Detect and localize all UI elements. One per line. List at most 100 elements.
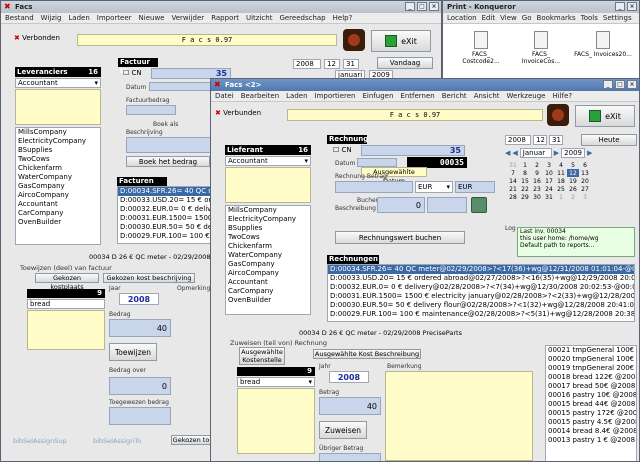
next-month-icon[interactable]: ▶ bbox=[554, 149, 559, 157]
menu-nieuwe[interactable]: Nieuwe bbox=[139, 13, 165, 23]
menu-einfugen[interactable]: Einfugen bbox=[363, 91, 394, 101]
list-item[interactable]: MillsCompany bbox=[226, 206, 310, 215]
leveranciers-notes[interactable] bbox=[15, 89, 101, 125]
calendar-day[interactable]: 29 bbox=[519, 193, 531, 201]
menu-view[interactable]: View bbox=[500, 13, 517, 23]
list-item[interactable]: AircoCompany bbox=[16, 191, 100, 200]
zuweisen-button[interactable]: Zuweisen bbox=[319, 421, 367, 439]
menu-settings[interactable]: Settings bbox=[603, 13, 632, 23]
calendar-day[interactable]: 25 bbox=[555, 185, 567, 193]
calendar-day[interactable]: 10 bbox=[543, 169, 555, 177]
assignments-list[interactable]: 00021 tmpGeneral 100€ @ 00020 tmpGeneral… bbox=[545, 345, 637, 461]
close-icon[interactable]: ✖ bbox=[214, 79, 221, 91]
menu-location[interactable]: Location bbox=[447, 13, 477, 23]
list-item[interactable]: D:00032.EUR.0= 0 € delivery bbox=[118, 205, 212, 214]
list-item[interactable]: 00020 tmpGeneral 100€ @ bbox=[546, 355, 636, 364]
ubrigen-betrag-field[interactable] bbox=[319, 453, 381, 461]
list-item[interactable]: 00021 tmpGeneral 100€ @ bbox=[546, 346, 636, 355]
close-icon[interactable]: ✖ bbox=[4, 1, 11, 13]
menu-uitzicht[interactable]: Uitzicht bbox=[246, 13, 272, 23]
calendar-day[interactable]: 23 bbox=[531, 185, 543, 193]
buchen-field[interactable]: 0 bbox=[377, 197, 425, 213]
boek-bedrag-button[interactable]: Boek het bedrag bbox=[126, 156, 210, 167]
calendar-day[interactable]: 11 bbox=[555, 169, 567, 177]
minimize-icon[interactable]: _ bbox=[405, 2, 415, 11]
cal-year2[interactable]: 2009 bbox=[561, 148, 586, 158]
list-item[interactable]: GasCompany bbox=[16, 182, 100, 191]
lieferant-notes[interactable] bbox=[225, 167, 311, 203]
list-item[interactable]: OvenBuilder bbox=[226, 296, 310, 305]
calendar-day[interactable]: 22 bbox=[519, 185, 531, 193]
list-item[interactable]: 00017 bread 50€ @2008 bbox=[546, 382, 636, 391]
menu-bearbeiten[interactable]: Bearbeiten bbox=[241, 91, 279, 101]
calendar-day[interactable]: 5 bbox=[567, 161, 579, 169]
minimize-icon[interactable]: _ bbox=[615, 2, 625, 11]
cal-year[interactable]: 2008 bbox=[293, 59, 321, 69]
menu-bericht[interactable]: Bericht bbox=[442, 91, 467, 101]
minimize-icon[interactable]: _ bbox=[603, 80, 613, 89]
prev-month-icon[interactable]: ◀ bbox=[512, 149, 517, 157]
menu-wijzig[interactable]: Wijzig bbox=[41, 13, 62, 23]
list-item[interactable]: WaterCompany bbox=[226, 251, 310, 260]
list-item[interactable]: TwoCows bbox=[16, 155, 100, 164]
calendar-day[interactable]: 26 bbox=[567, 185, 579, 193]
calendar-day[interactable]: 4 bbox=[555, 161, 567, 169]
maximize-icon[interactable]: □ bbox=[615, 80, 625, 89]
kostplaats-notes[interactable] bbox=[27, 310, 105, 350]
verbonden-checkbox[interactable]: ✖ Verbonden bbox=[14, 34, 60, 42]
list-item[interactable]: 00016 pastry 10€ @2008 bbox=[546, 391, 636, 400]
currency-select[interactable]: EUR ▾ bbox=[415, 181, 453, 193]
ausgewahlte-kost-beschreibung-tab[interactable]: Ausgewählte Kost Beschreibung bbox=[313, 349, 421, 359]
list-item[interactable]: Accountant bbox=[226, 278, 310, 287]
calendar-day[interactable]: 31 bbox=[543, 193, 555, 201]
list-item[interactable]: 00015 pastry 172€ @2008 bbox=[546, 409, 636, 418]
assign-to-tab[interactable]: bibSelAssignTo bbox=[93, 437, 141, 445]
menu-ansicht[interactable]: Ansicht bbox=[474, 91, 500, 101]
cal-d2[interactable]: 31 bbox=[549, 135, 563, 145]
facs-window-2-titlebar[interactable]: ✖ Facs <2> _ □ × bbox=[211, 79, 639, 91]
cn-checkbox[interactable]: ☐ CN bbox=[333, 146, 352, 154]
gekozen-kost-beschrijving-tab[interactable]: Gekozen kost beschrijving bbox=[103, 273, 195, 283]
suppliers-list[interactable]: MillsCompany ElectricityCompany BSupplie… bbox=[15, 127, 101, 245]
menu-hilfe[interactable]: Hilfe? bbox=[552, 91, 572, 101]
list-item[interactable]: 00015 pastry 4.5€ @2008 bbox=[546, 418, 636, 427]
menu-help[interactable]: Help? bbox=[333, 13, 353, 23]
list-item[interactable]: Chickenfarm bbox=[16, 164, 100, 173]
list-item[interactable]: GasCompany bbox=[226, 260, 310, 269]
prev-year-icon[interactable]: ◀ bbox=[505, 149, 510, 157]
list-item[interactable]: 00015 bread 44€ @2008 bbox=[546, 400, 636, 409]
list-item[interactable]: CarCompany bbox=[226, 287, 310, 296]
cal-day[interactable]: 12 bbox=[324, 59, 340, 69]
buchen-button[interactable]: Rechnungswert buchen bbox=[335, 231, 465, 244]
kostenstelle-notes[interactable] bbox=[237, 388, 315, 454]
calendar-day[interactable]: 2 bbox=[531, 161, 543, 169]
calendar-day[interactable]: 24 bbox=[543, 185, 555, 193]
list-item[interactable]: OvenBuilder bbox=[16, 218, 100, 227]
list-item[interactable]: D:00032.EUR.0= 0 € delivery@02/28/2008>?… bbox=[328, 283, 634, 292]
list-item[interactable]: ElectricityCompany bbox=[16, 137, 100, 146]
calendar-day[interactable]: 19 bbox=[567, 177, 579, 185]
list-item[interactable]: Accountant bbox=[16, 200, 100, 209]
cal-day[interactable]: 12 bbox=[533, 135, 547, 145]
accountant-select[interactable]: Accountant ▾ bbox=[225, 156, 311, 166]
calendar-day[interactable]: 7 bbox=[507, 169, 519, 177]
gekozen-kostplaats-tab[interactable]: Gekozen kostplaats bbox=[35, 273, 99, 291]
list-item[interactable]: D:00033.USD.20= 15 € ordered abroad@02/2… bbox=[328, 274, 634, 283]
calendar-day[interactable]: 13 bbox=[579, 169, 591, 177]
cal-d2[interactable]: 31 bbox=[343, 59, 359, 69]
ausgewahlte-kostenstelle-tab[interactable]: Ausgewählte Kostenstelle bbox=[239, 347, 285, 365]
jahr-field[interactable]: 2008 bbox=[329, 371, 369, 383]
bedrag-over-field[interactable]: 0 bbox=[109, 377, 171, 395]
list-item[interactable]: ElectricityCompany bbox=[226, 215, 310, 224]
list-item[interactable]: AircoCompany bbox=[226, 269, 310, 278]
facturen-list[interactable]: D:00034.SFR.26= 40 QC mete D:00033.USD.2… bbox=[117, 186, 213, 244]
bread-select[interactable]: bread ▾ bbox=[237, 377, 315, 387]
vandaag-button[interactable]: Vandaag bbox=[377, 57, 433, 69]
menu-go[interactable]: Go bbox=[522, 13, 532, 23]
calendar-day[interactable]: 1 bbox=[555, 193, 567, 201]
close-window-icon[interactable]: × bbox=[627, 2, 637, 11]
exit-button[interactable]: eXit bbox=[371, 30, 431, 52]
assign-sup-tab[interactable]: bibSelAssignSup bbox=[13, 437, 67, 445]
calendar-day[interactable]: 20 bbox=[579, 177, 591, 185]
list-item[interactable]: 00019 tmpGeneral 200€ @ bbox=[546, 364, 636, 373]
